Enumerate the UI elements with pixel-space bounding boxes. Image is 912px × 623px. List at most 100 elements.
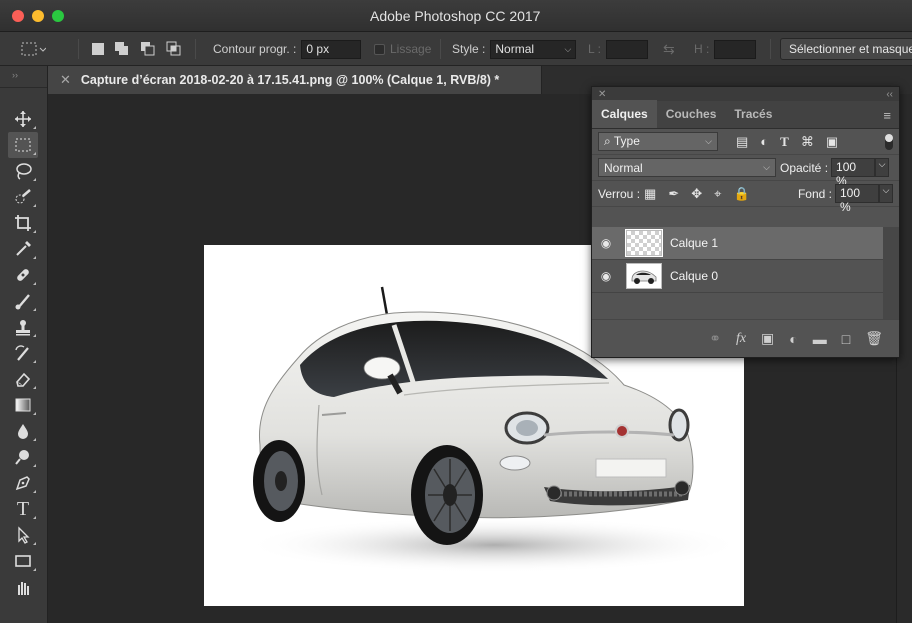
layers-panel: ✕ ‹‹ Calques Couches Tracés ≡ ⌕ Type ⌵ ▤… [591, 86, 900, 358]
layer-row[interactable]: ◉ Calque 1 [592, 227, 884, 260]
tools-panel: ›› T [0, 66, 48, 623]
subtract-from-selection-button[interactable] [140, 32, 156, 66]
filter-pixel-icon[interactable]: ▤ [736, 134, 748, 150]
lock-all-icon[interactable]: 🔒 [733, 186, 749, 202]
visibility-eye-icon[interactable]: ◉ [592, 269, 620, 283]
swap-dimensions-icon[interactable]: ⇆ [663, 32, 675, 66]
app-title: Adobe Photoshop CC 2017 [370, 8, 541, 24]
layer-thumbnail [626, 230, 662, 256]
layer-filter-row: ⌕ Type ⌵ ▤ ◐ T ⌘ ▣ [592, 129, 899, 155]
feather-input[interactable]: 0 px [301, 39, 362, 59]
chevron-down-icon: ⌵ [564, 43, 572, 54]
marquee-icon[interactable] [8, 132, 38, 158]
select-and-mask-button[interactable]: Sélectionner et masquer [780, 38, 912, 60]
add-mask-icon[interactable]: ▣ [761, 330, 774, 347]
panel-tabs: Calques Couches Tracés ≡ [592, 100, 899, 129]
link-layers-icon[interactable]: ⚭ [709, 330, 721, 347]
antialias-label: Lissage [390, 42, 432, 56]
fill-label: Fond : [797, 186, 832, 201]
panel-menu-icon[interactable]: ≡ [883, 108, 891, 123]
visibility-eye-icon[interactable]: ◉ [592, 236, 620, 250]
layer-row[interactable]: ◉ Calque 0 [592, 260, 884, 293]
layer-style-fx-icon[interactable]: fx [736, 331, 746, 347]
blur-icon[interactable] [8, 418, 38, 444]
path-selection-icon[interactable] [8, 522, 38, 548]
feather-label: Contour progr. : [213, 42, 297, 56]
style-select[interactable]: Normal ⌵ [490, 39, 577, 59]
chevron-down-icon: ⌵ [705, 136, 712, 146]
car-thumbnail-icon [631, 270, 657, 284]
blend-mode-select[interactable]: Normal ⌵ [598, 158, 776, 177]
eyedropper-icon[interactable] [8, 236, 38, 262]
layer-filter-select[interactable]: ⌕ Type ⌵ [598, 132, 718, 151]
chevron-down-icon: ⌵ [763, 162, 770, 172]
hand-icon[interactable] [8, 574, 38, 600]
lock-pixels-icon[interactable]: ✒ [668, 186, 679, 202]
opacity-slider-toggle[interactable]: ⌵ [875, 158, 890, 177]
filter-type-icon[interactable]: T [780, 134, 789, 150]
dodge-icon[interactable] [8, 444, 38, 470]
height-input[interactable] [714, 39, 757, 59]
intersect-selection-button[interactable] [166, 32, 182, 66]
trash-icon[interactable]: 🗑 [865, 330, 883, 347]
rectangle-icon[interactable] [8, 548, 38, 574]
add-to-selection-button[interactable] [114, 32, 130, 66]
document-tab[interactable]: ✕ Capture d’écran 2018-02-20 à 17.15.41.… [48, 66, 542, 94]
type-icon[interactable]: T [8, 496, 38, 522]
crop-icon[interactable] [8, 210, 38, 236]
adjustment-layer-icon[interactable]: ◐ [789, 331, 797, 347]
document-tab-title: Capture d’écran 2018-02-20 à 17.15.41.pn… [80, 73, 500, 87]
title-bar: Adobe Photoshop CC 2017 [0, 0, 912, 32]
new-layer-icon[interactable]: □ [842, 331, 850, 347]
close-panel-icon[interactable]: ✕ [598, 89, 606, 100]
new-group-folder-icon[interactable]: ▬ [813, 331, 827, 347]
lasso-icon[interactable] [8, 158, 38, 184]
toolbar-collapse-icon[interactable]: ›› [0, 66, 47, 88]
antialias-checkbox[interactable]: Lissage [374, 32, 431, 66]
filter-toggle[interactable] [885, 134, 893, 150]
lock-row: Verrou : ▦ ✒ ✥ ⌖ 🔒 Fond : 100 % ⌵ [592, 181, 899, 214]
pen-icon[interactable] [8, 470, 38, 496]
marquee-preset-icon [21, 42, 46, 56]
width-input[interactable] [605, 39, 648, 59]
layer-name[interactable]: Calque 1 [670, 236, 718, 250]
move-icon[interactable] [8, 106, 38, 132]
filter-shape-icon[interactable]: ⌘ [801, 134, 814, 150]
fill-slider-toggle[interactable]: ⌵ [879, 184, 893, 203]
lock-position-icon[interactable]: ✥ [691, 186, 702, 202]
close-tab-icon[interactable]: ✕ [60, 72, 71, 88]
layer-list: ◉ Calque 1 ◉ Calque 0 [592, 227, 884, 293]
tool-preset-picker[interactable] [20, 32, 46, 66]
style-label: Style : [452, 42, 486, 56]
opacity-input[interactable]: 100 % [831, 158, 876, 188]
layer-thumbnail [626, 263, 662, 289]
gradient-icon[interactable] [8, 392, 38, 418]
layers-panel-footer: ⚭ fx ▣ ◐ ▬ □ 🗑 [592, 319, 899, 357]
filter-adjustment-icon[interactable]: ◐ [760, 134, 768, 149]
tab-layers[interactable]: Calques [592, 100, 657, 128]
fill-input[interactable]: 100 % [835, 184, 879, 214]
lock-transparent-icon[interactable]: ▦ [644, 186, 656, 202]
brush-icon[interactable] [8, 288, 38, 314]
healing-brush-icon[interactable] [8, 262, 38, 288]
layer-name[interactable]: Calque 0 [670, 269, 718, 283]
collapse-panel-icon[interactable]: ‹‹ [886, 89, 893, 100]
antialias-checkbox-box[interactable] [374, 43, 385, 55]
layers-scrollbar[interactable] [883, 227, 899, 319]
height-label: H : [694, 42, 710, 56]
new-selection-button[interactable] [92, 32, 104, 66]
tab-channels[interactable]: Couches [657, 100, 726, 128]
lock-artboard-icon[interactable]: ⌖ [714, 186, 721, 202]
tab-paths[interactable]: Tracés [725, 100, 781, 128]
panel-header: ✕ ‹‹ [592, 87, 899, 101]
blend-row: Normal ⌵ Opacité : 100 % ⌵ [592, 155, 899, 188]
eraser-icon[interactable] [8, 366, 38, 392]
opacity-label: Opacité : [780, 160, 829, 175]
search-icon: ⌕ [604, 134, 611, 148]
history-brush-icon[interactable] [8, 340, 38, 366]
filter-smart-object-icon[interactable]: ▣ [826, 134, 838, 150]
clone-stamp-icon[interactable] [8, 314, 38, 340]
width-label: L : [588, 42, 601, 56]
lock-label: Verrou : [598, 186, 641, 201]
quick-selection-icon[interactable] [8, 184, 38, 210]
